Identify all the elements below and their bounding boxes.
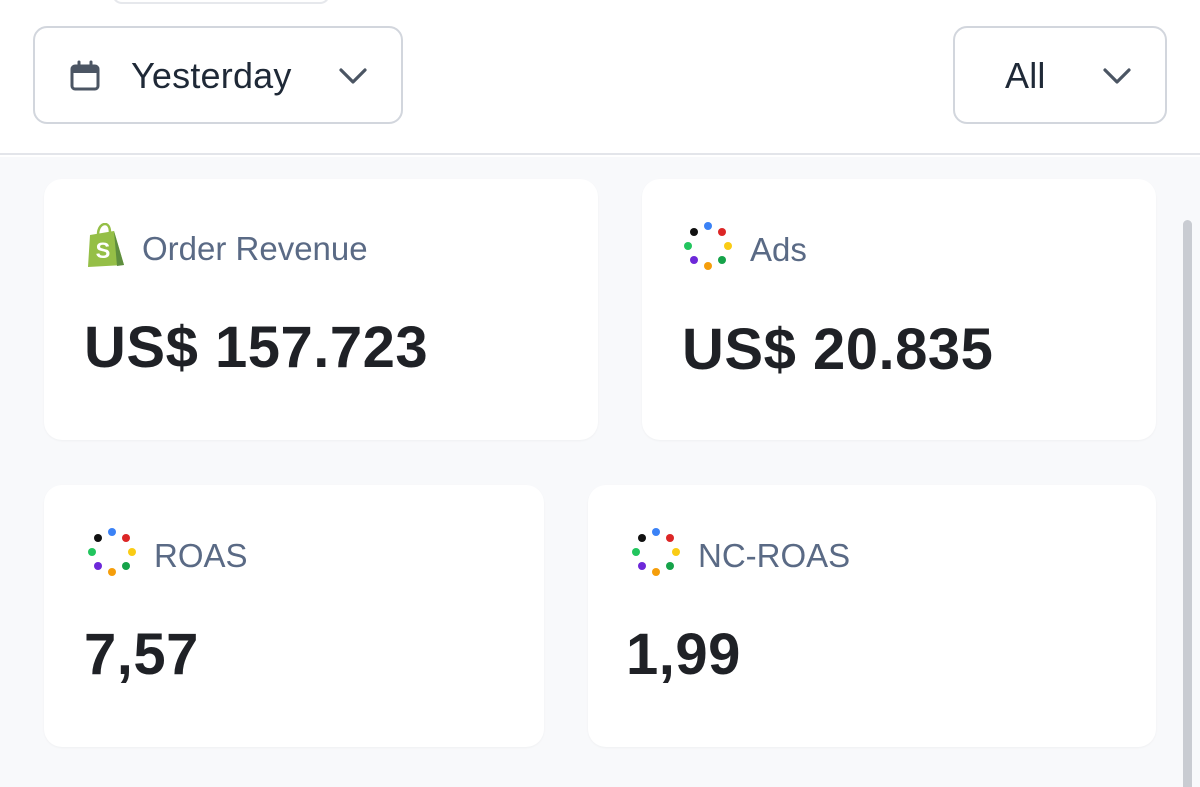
chevron-down-icon xyxy=(1101,66,1133,91)
shopify-icon: S xyxy=(84,222,128,274)
card-title: ROAS xyxy=(154,536,248,574)
nc-roas-card[interactable]: NC-ROAS 1,99 xyxy=(588,485,1156,747)
svg-text:S: S xyxy=(96,238,111,263)
multi-color-dots-icon xyxy=(630,527,682,584)
card-title: Ads xyxy=(750,230,807,268)
card-header: Ads xyxy=(682,221,807,278)
multi-color-dots-icon xyxy=(682,221,734,278)
ads-card[interactable]: Ads US$ 20.835 xyxy=(642,179,1156,440)
card-header: S Order Revenue xyxy=(84,222,368,274)
date-range-label: Yesterday xyxy=(131,55,292,96)
multi-color-dots-icon xyxy=(86,527,138,584)
order-revenue-card[interactable]: S Order Revenue US$ 157.723 xyxy=(44,179,598,440)
card-title: Order Revenue xyxy=(142,229,368,267)
roas-card[interactable]: ROAS 7,57 xyxy=(44,485,544,747)
filter-bar: Yesterday All xyxy=(0,0,1200,155)
scope-dropdown[interactable]: All xyxy=(953,26,1167,124)
card-value: US$ 20.835 xyxy=(682,317,994,382)
card-value: 7,57 xyxy=(84,622,199,687)
calendar-icon xyxy=(69,60,101,97)
card-value: US$ 157.723 xyxy=(84,315,429,380)
scrollbar[interactable] xyxy=(1183,220,1192,787)
dashboard: Yesterday All S Order Revenue US$ 157.72… xyxy=(0,0,1200,787)
date-range-dropdown[interactable]: Yesterday xyxy=(33,26,403,124)
card-title: NC-ROAS xyxy=(698,536,851,574)
scope-label: All xyxy=(1005,55,1046,96)
chevron-down-icon xyxy=(337,66,369,91)
card-header: NC-ROAS xyxy=(630,527,850,584)
card-header: ROAS xyxy=(86,527,248,584)
tab-edge xyxy=(112,0,330,4)
card-value: 1,99 xyxy=(626,622,741,687)
